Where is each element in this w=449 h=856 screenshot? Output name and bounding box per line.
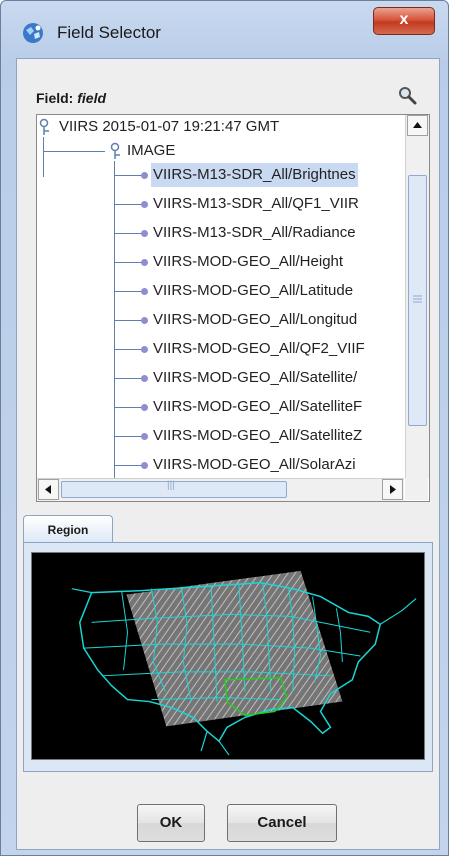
tree-leaf-label: VIIRS-M13-SDR_All/QF1_VIIR (153, 195, 359, 212)
close-button[interactable]: x (373, 7, 435, 35)
tree-leaf-label: VIIRS-MOD-GEO_All/Satellite/ (153, 369, 358, 386)
tree-branch-line (114, 349, 142, 350)
tree-leaf-label: VIIRS-M13-SDR_All/Brightnes (151, 163, 358, 187)
tab-region[interactable]: Region (23, 515, 113, 543)
close-icon: x (399, 11, 409, 28)
tree-branch-line (114, 407, 142, 408)
tree-line-root-branch (43, 151, 105, 152)
leaf-node-icon (141, 259, 148, 266)
region-map[interactable] (31, 552, 425, 760)
window-title: Field Selector (57, 23, 161, 42)
vertical-scroll-thumb[interactable] (408, 175, 427, 426)
tree-leaf-label: VIIRS-MOD-GEO_All/SatelliteF (153, 398, 363, 415)
field-label-value: field (77, 90, 107, 106)
grip-icon: ||| (167, 480, 175, 491)
tree-leaf-label: VIIRS-M13-SDR_All/Radiance (153, 224, 356, 241)
app-icon (23, 23, 43, 43)
dialog-content: Field: field VIIRS 2015-01-07 19:21:47 G… (16, 58, 440, 850)
leaf-node-icon (141, 375, 148, 382)
tree-branch-line (114, 204, 142, 205)
tree-branch-line (114, 320, 142, 321)
region-panel (23, 542, 433, 772)
magnifier-icon[interactable] (397, 85, 417, 105)
field-label: Field: field (36, 90, 106, 106)
leaf-node-icon (141, 317, 148, 324)
grip-icon (413, 295, 422, 303)
leaf-node-icon (141, 433, 148, 440)
tree-leaf-label: VIIRS-MOD-GEO_All/Latitude (153, 282, 354, 299)
tree-leaf-label: VIIRS-MOD-GEO_All/SolarAzi (153, 456, 356, 473)
expanded-node-icon (110, 142, 120, 159)
field-tree: VIIRS 2015-01-07 19:21:47 GMT IMAGE VIIR… (36, 114, 430, 502)
tree-leaf-label: VIIRS-MOD-GEO_All/Height (153, 253, 344, 270)
expanded-node-icon (39, 118, 49, 135)
arrow-up-icon (413, 122, 422, 128)
tree-view[interactable]: VIIRS 2015-01-07 19:21:47 GMT IMAGE VIIR… (37, 115, 404, 478)
leaf-node-icon (141, 404, 148, 411)
arrow-right-icon (390, 485, 396, 494)
tree-branch-line (114, 262, 142, 263)
leaf-node-icon (141, 288, 148, 295)
field-label-prefix: Field: (36, 90, 78, 106)
tree-branch-line (114, 378, 142, 379)
horizontal-scroll-thumb[interactable]: ||| (61, 480, 287, 498)
tree-line-root (43, 137, 44, 177)
tree-leaf-label: VIIRS-MOD-GEO_All/Longitud (153, 311, 358, 328)
tree-branch-line (114, 436, 142, 437)
leaf-node-icon (141, 172, 148, 179)
leaf-node-icon (141, 462, 148, 469)
scroll-right-button[interactable] (382, 479, 403, 500)
field-selector-window: Field Selector x Field: field VIIRS 2015… (0, 0, 449, 856)
tree-branch-line (114, 175, 142, 176)
tree-branch-line (114, 291, 142, 292)
scrollbar-corner (405, 478, 428, 500)
leaf-node-icon (141, 346, 148, 353)
horizontal-scrollbar[interactable]: ||| (37, 478, 404, 501)
scroll-up-button[interactable] (407, 115, 428, 136)
arrow-left-icon (45, 485, 51, 494)
title-bar[interactable]: Field Selector x (1, 1, 448, 65)
tree-branch-line (114, 465, 142, 466)
scroll-left-button[interactable] (38, 479, 59, 500)
tree-leaf-label: VIIRS-MOD-GEO_All/SatelliteZ (153, 427, 363, 444)
tree-leaf-label: VIIRS-MOD-GEO_All/QF2_VIIF (153, 340, 365, 357)
cancel-button[interactable]: Cancel (227, 804, 337, 842)
leaf-node-icon (141, 230, 148, 237)
tree-node-root-label: VIIRS 2015-01-07 19:21:47 GMT (59, 118, 280, 135)
leaf-node-icon (141, 201, 148, 208)
ok-button[interactable]: OK (137, 804, 205, 842)
vertical-scrollbar[interactable] (405, 115, 429, 478)
tree-node-group-label: IMAGE (127, 142, 176, 159)
tree-branch-line (114, 233, 142, 234)
